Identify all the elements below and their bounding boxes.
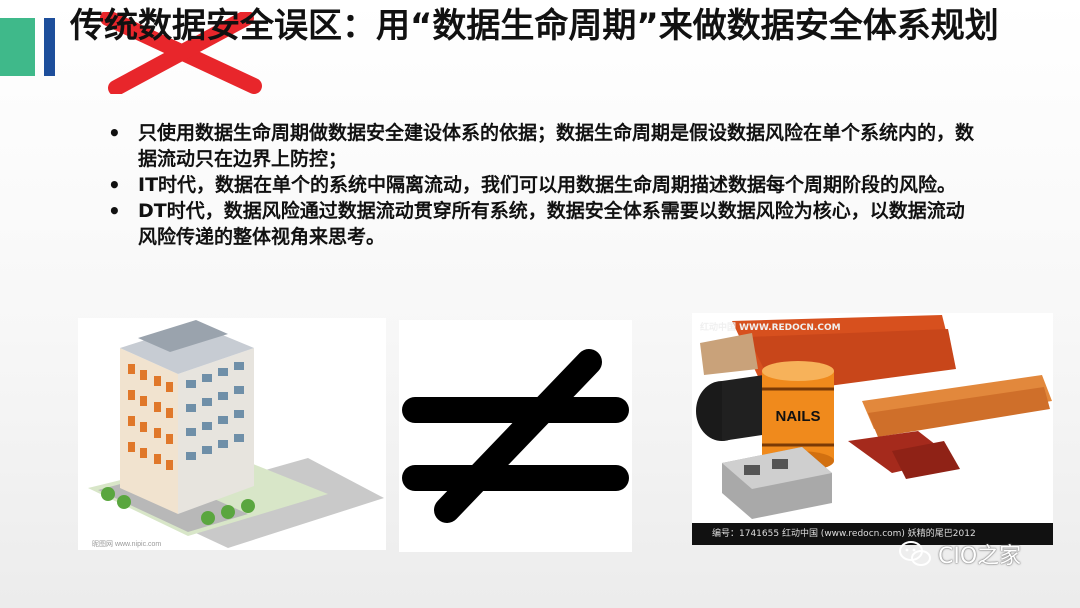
barrel-label: NAILS: [776, 408, 821, 425]
building-watermark: 昵图网 www.nipic.com: [92, 540, 161, 548]
materials-image: NAILS 红动中国 WWW.REDOCN.COM 编号：1741655 红动中…: [692, 313, 1053, 545]
slide-title: 传统数据安全误区：用“数据生命周期”来做数据安全体系规划: [70, 6, 999, 46]
not-equal-panel: [399, 320, 632, 552]
bullet-item: IT时代，数据在单个的系统中隔离流动，我们可以用数据生命周期描述数据每个周期阶段…: [104, 172, 974, 198]
bullet-item: 只使用数据生命周期做数据安全建设体系的依据；数据生命周期是假设数据风险在单个系统…: [104, 120, 974, 172]
building-image: 昵图网 www.nipic.com: [78, 318, 386, 550]
brand-watermark: CIO之家: [898, 538, 1021, 570]
bullet-list: 只使用数据生命周期做数据安全建设体系的依据；数据生命周期是假设数据风险在单个系统…: [104, 120, 974, 250]
materials-watermark: 红动中国 WWW.REDOCN.COM: [700, 323, 841, 333]
bullet-item: DT时代，数据风险通过数据流动贯穿所有系统，数据安全体系需要以数据风险为核心，以…: [104, 198, 974, 250]
building-illustration: 昵图网 www.nipic.com: [88, 320, 384, 548]
accent-bar-navy: [44, 18, 55, 76]
not-equal-icon: [402, 349, 629, 523]
materials-illustration: NAILS: [696, 313, 1052, 519]
wechat-icon: [899, 541, 931, 566]
brand-name: CIO之家: [938, 544, 1022, 569]
accent-bar-teal: [0, 18, 35, 76]
